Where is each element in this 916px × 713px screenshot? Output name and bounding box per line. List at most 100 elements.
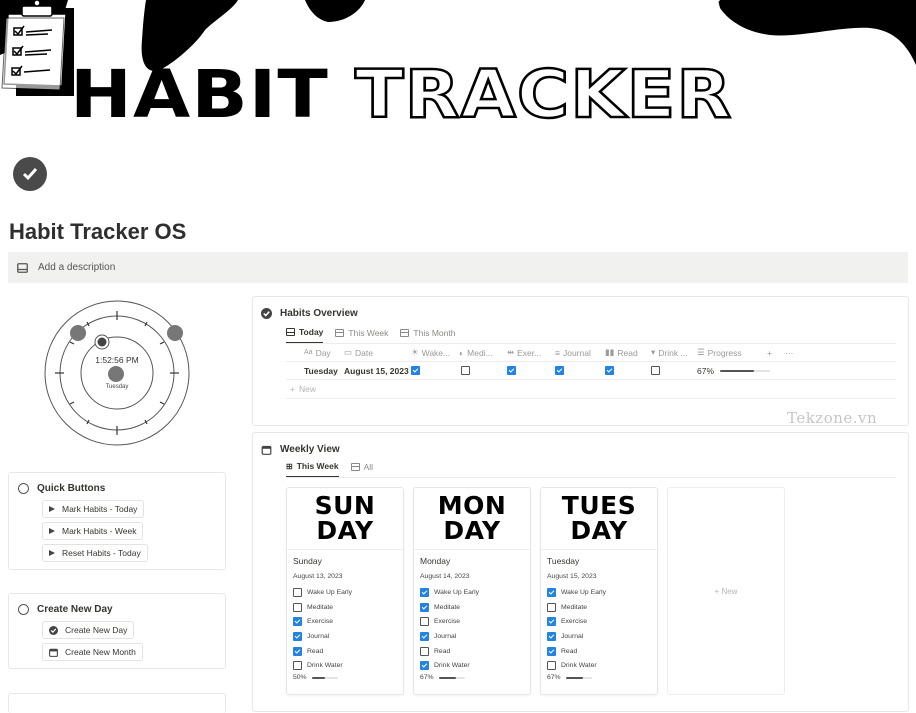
mark-habits-today-button[interactable]: Mark Habits - Today [42,500,145,518]
page-icon-check-circle[interactable] [13,157,47,191]
column-header-meditate[interactable]: ◐ Medi... [459,348,507,358]
day-date: August 13, 2023 [293,573,343,580]
drink-water-checkbox[interactable] [651,366,660,375]
tab-label: Today [299,327,324,337]
day-name: Monday [420,556,451,566]
habit-checkbox[interactable] [547,602,556,612]
check-circle-icon [49,625,58,635]
habit-item: Meditate [547,600,651,615]
habit-checkbox[interactable] [420,602,429,612]
column-label: Journal [562,347,591,358]
habit-label: Read [561,647,578,655]
create-new-month-button[interactable]: Create New Month [42,643,143,661]
description-field[interactable]: Add a description [8,252,908,283]
habit-checkbox[interactable] [547,661,556,671]
habit-label: Wake Up Early [561,588,607,596]
day-card-cover: SUN DAY [287,488,403,550]
play-icon [49,550,55,556]
new-label: + New [714,586,738,596]
text-icon: Aa [304,349,313,356]
habit-checkbox[interactable] [547,617,556,627]
button-label: Mark Habits - Week [62,526,137,536]
habit-checkbox[interactable] [420,631,429,641]
habit-checkbox[interactable] [293,587,302,597]
tab-label: This Month [413,327,456,338]
button-label: Mark Habits - Today [62,504,138,514]
habit-checkbox[interactable] [293,631,302,641]
habit-item: Exercise [420,614,524,629]
habits-overview-callout: Habits Overview Today This Week This Mon… [252,296,909,426]
day-card[interactable]: MON DAY Monday August 14, 2023 Wake Up Early… [413,487,531,695]
new-card-button[interactable]: + New [667,487,785,695]
new-label: New [298,384,316,394]
habit-checkbox[interactable] [547,587,556,597]
column-header-journal[interactable]: ≡ Journal [555,348,605,358]
habit-checkbox[interactable] [420,587,429,597]
habit-checkbox[interactable] [293,661,302,671]
check-circle-icon [261,308,272,319]
wake-checkbox[interactable] [411,366,420,375]
table-row[interactable]: Tuesday August 15, 2023 67% [286,362,896,380]
new-row-button[interactable]: + New [286,380,896,399]
day-card[interactable]: SUN DAY Sunday August 13, 2023 Wake Up Early… [286,487,404,695]
habit-checkbox[interactable] [293,646,302,656]
habit-item: Wake Up Early [293,585,397,600]
cell-day[interactable]: Tuesday [286,366,344,376]
meditate-checkbox[interactable] [461,366,470,375]
create-new-day-callout: Create New Day Create New Day Create New… [8,593,226,669]
button-label: Reset Habits - Today [62,548,141,558]
habit-label: Meditate [434,603,461,611]
habit-label: Drink Water [434,662,470,670]
clock-minute-dot [167,325,183,341]
cell-exercise [507,366,555,375]
create-new-day-button[interactable]: Create New Day [42,621,135,639]
habit-checkbox[interactable] [420,661,429,671]
page-title[interactable]: Habit Tracker OS [9,219,186,245]
column-header-date[interactable]: ▭ Date [344,347,411,358]
add-column-button[interactable]: + [767,348,785,358]
tab-this-month[interactable]: This Month [400,327,455,343]
table-header-row: Aa Day ▭ Date ☀ Wake... ◐ Medi... ⇹ Exer... ≡… [286,344,896,362]
cell-wake [411,366,459,375]
cell-date[interactable]: August 15, 2023 [344,366,411,376]
read-checkbox[interactable] [605,366,614,375]
exercise-checkbox[interactable] [507,366,516,375]
day-card-cover: MON DAY [414,488,530,550]
reset-habits-today-button[interactable]: Reset Habits - Today [42,544,148,562]
more-options-button[interactable]: ··· [785,348,803,358]
tab-label: This Week [296,461,339,471]
table-icon [286,328,295,336]
journal-checkbox[interactable] [555,366,564,375]
column-header-read[interactable]: ▮▮ Read [605,347,651,358]
habit-checkbox[interactable] [547,646,556,656]
column-header-progress[interactable]: ☰ Progress [697,347,767,358]
habit-checkbox[interactable] [547,631,556,641]
tab-this-week[interactable]: ⊞ This Week [286,461,339,477]
button-label: Create New Month [65,647,136,657]
column-header-wake[interactable]: ☀ Wake... [411,347,459,358]
column-header-drink[interactable]: ▾ Drink ... [651,347,697,358]
habit-checkbox[interactable] [293,617,302,627]
habit-checkbox[interactable] [420,617,429,627]
tab-all[interactable]: All [350,461,373,477]
habit-checkbox[interactable] [293,602,302,612]
banner-title-outline: TRACKER [354,56,733,133]
column-header-exercise[interactable]: ⇹ Exer... [507,347,555,358]
cover-image: HABIT TRACKER [0,0,916,150]
calendar-icon [49,648,58,657]
column-header-day[interactable]: Aa Day [286,348,344,358]
cover-line-2: DAY [316,515,374,545]
watermark: Tekzone.vn [787,409,878,427]
mark-habits-week-button[interactable]: Mark Habits - Week [42,522,144,540]
day-date: August 15, 2023 [547,573,597,580]
column-label: Progress [707,347,742,358]
table-icon [350,462,360,471]
habit-checkbox[interactable] [420,646,429,656]
tab-today[interactable]: Today [286,327,324,343]
day-card[interactable]: TUES DAY Tuesday August 15, 2023 Wake Up Ear… [540,487,658,695]
weekly-view-title: Weekly View [280,444,340,455]
day-progress: 50% [293,674,397,681]
tab-this-week[interactable]: This Week [335,327,388,343]
day-progress: 67% [547,674,651,681]
clock-time: 1:52:56 PM [95,355,139,365]
